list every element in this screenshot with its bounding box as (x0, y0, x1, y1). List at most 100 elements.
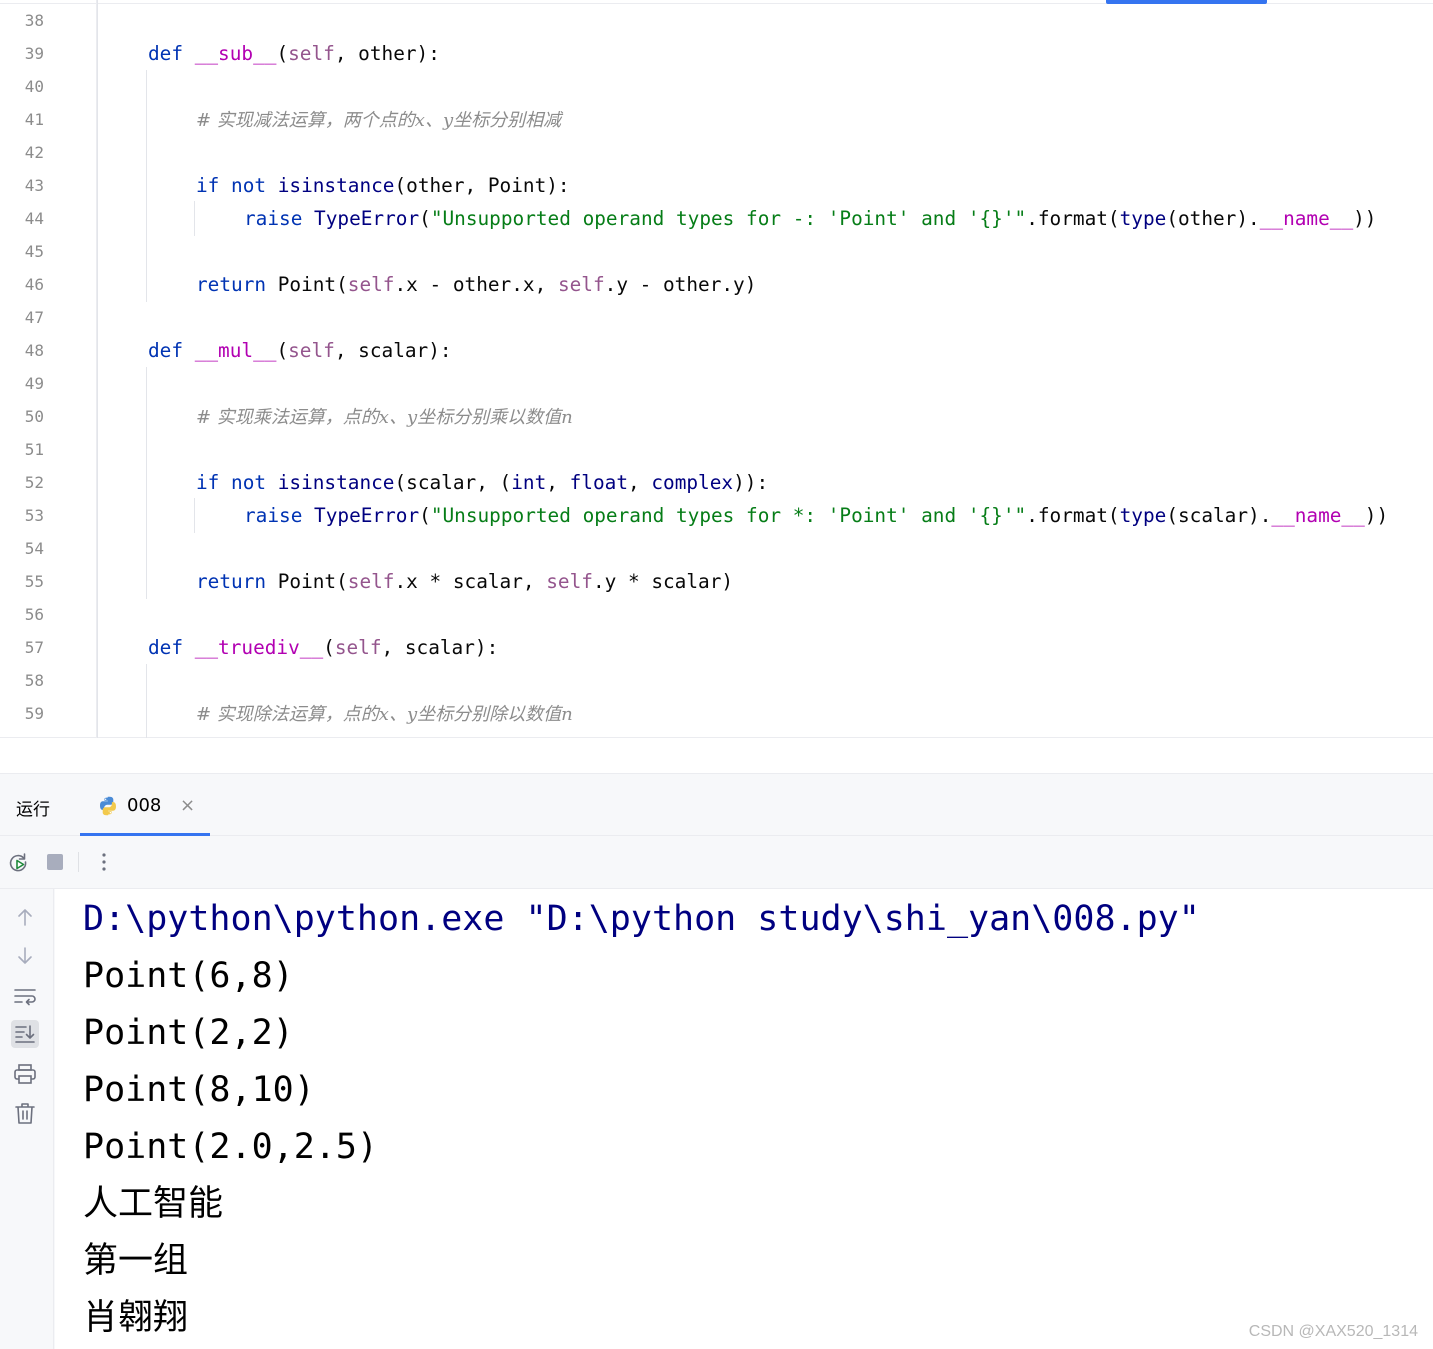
indent-guide (194, 201, 195, 236)
code-token: __name__ (1259, 207, 1354, 230)
code-line: 45 (0, 235, 1433, 268)
code-line: 53 raise TypeError("Unsupported operand t… (0, 499, 1433, 532)
tab-label: 008 (127, 795, 162, 816)
line-number[interactable]: 51 (0, 440, 44, 460)
more-options-icon[interactable] (92, 850, 116, 874)
console-line-command: D:\python\python.exe "D:\python study\sh… (83, 899, 1200, 939)
trash-icon[interactable] (11, 1099, 39, 1127)
console-output[interactable]: D:\python\python.exe "D:\python study\sh… (55, 889, 1433, 1349)
rerun-icon[interactable] (6, 850, 30, 874)
arrow-down-icon[interactable] (11, 942, 39, 970)
code-token: (other). (1166, 207, 1260, 230)
code-token: self (347, 273, 395, 296)
line-number[interactable]: 48 (0, 341, 44, 361)
console-line: 人工智能 (83, 1184, 224, 1224)
code-line: 44 raise TypeError("Unsupported operand t… (0, 202, 1433, 235)
python-icon (98, 796, 118, 816)
code-line: 42 (0, 136, 1433, 169)
line-number[interactable]: 44 (0, 209, 44, 229)
code-text: return Point(self.x - other.x, self.y - … (196, 273, 756, 297)
code-token: self (334, 636, 382, 659)
editor-bottom-border (0, 737, 1433, 738)
code-token: if not (196, 174, 278, 197)
code-token: complex (651, 471, 734, 494)
run-tool-window: 运行 008 × D:\python\python.exe "D:\python… (0, 773, 1433, 1349)
code-line: 58 (0, 664, 1433, 697)
indent-guide (97, 0, 98, 738)
line-number[interactable]: 42 (0, 143, 44, 163)
line-number[interactable]: 43 (0, 176, 44, 196)
code-line: 52 if not isinstance(scalar, (int, float,… (0, 466, 1433, 499)
line-number[interactable]: 57 (0, 638, 44, 658)
line-number[interactable]: 55 (0, 572, 44, 592)
code-line: 55 return Point(self.x * scalar, self.y *… (0, 565, 1433, 598)
arrow-up-icon[interactable] (11, 903, 39, 931)
code-token: __name__ (1271, 504, 1365, 527)
indent-guide (146, 664, 147, 738)
code-text: def __sub__(self, other): (148, 42, 440, 66)
line-number[interactable]: 52 (0, 473, 44, 493)
scroll-to-end-icon[interactable] (11, 1020, 39, 1048)
line-number[interactable]: 47 (0, 308, 44, 328)
line-number[interactable]: 39 (0, 44, 44, 64)
code-token: # 实现减法运算，两个点的x、y坐标分别相减 (196, 110, 562, 131)
code-token: .x * scalar, (394, 570, 547, 593)
line-number[interactable]: 50 (0, 407, 44, 427)
console-side-toolbar (0, 889, 54, 1349)
run-toolbar (0, 836, 1433, 889)
code-line: 39 def __sub__(self, other): (0, 37, 1433, 70)
line-number[interactable]: 41 (0, 110, 44, 130)
code-token: return (196, 570, 278, 593)
code-line: 41 # 实现减法运算，两个点的x、y坐标分别相减 (0, 103, 1433, 136)
code-token: .format( (1026, 504, 1120, 527)
code-token: , (628, 471, 652, 494)
print-icon[interactable] (11, 1060, 39, 1088)
code-token: raise (244, 207, 315, 230)
code-line: 49 (0, 367, 1433, 400)
code-token: type (1119, 207, 1167, 230)
run-header: 运行 008 × (0, 774, 1433, 836)
code-token: (other, Point): (394, 174, 570, 197)
line-number[interactable]: 56 (0, 605, 44, 625)
code-token: , (546, 471, 570, 494)
code-text: if not isinstance(scalar, (int, float, c… (196, 471, 768, 495)
line-number[interactable]: 45 (0, 242, 44, 262)
line-number[interactable]: 58 (0, 671, 44, 691)
code-line: 48 def __mul__(self, scalar): (0, 334, 1433, 367)
code-token: ( (276, 42, 289, 65)
code-line: 40 (0, 70, 1433, 103)
soft-wrap-icon[interactable] (11, 982, 39, 1010)
code-token: Point( (277, 570, 348, 593)
tab-008[interactable]: 008 × (80, 774, 210, 836)
code-token: .x - other.x, (394, 273, 558, 296)
code-token: (scalar). (1166, 504, 1272, 527)
code-token: .y * scalar) (592, 570, 734, 593)
code-token: ( (276, 339, 289, 362)
code-token: TypeError (314, 207, 420, 230)
code-text: # 实现减法运算，两个点的x、y坐标分别相减 (196, 108, 561, 133)
code-line: 59 # 实现除法运算，点的x、y坐标分别除以数值n (0, 697, 1433, 730)
line-number[interactable]: 38 (0, 11, 44, 31)
close-icon[interactable]: × (180, 795, 195, 816)
code-token: return (196, 273, 278, 296)
console-line: Point(6,8) (83, 956, 294, 996)
line-number[interactable]: 49 (0, 374, 44, 394)
code-token: float (569, 471, 628, 494)
code-token: def (148, 42, 195, 65)
code-editor[interactable]: 38 39 def __sub__(self, other): 40 41 # 实现减法运… (0, 0, 1433, 738)
line-number[interactable]: 40 (0, 77, 44, 97)
code-text: # 实现除法运算，点的x、y坐标分别除以数值n (196, 702, 573, 727)
line-number[interactable]: 46 (0, 275, 44, 295)
code-token: , scalar): (381, 636, 499, 659)
code-token: ( (323, 636, 335, 659)
stop-icon[interactable] (43, 850, 67, 874)
code-token: raise (244, 504, 315, 527)
code-token: # 实现除法运算，点的x、y坐标分别除以数值n (196, 704, 573, 725)
line-number[interactable]: 53 (0, 506, 44, 526)
code-token: __sub__ (194, 42, 277, 65)
code-token: type (1119, 504, 1167, 527)
console-line: Point(8,10) (83, 1070, 315, 1110)
line-number[interactable]: 54 (0, 539, 44, 559)
code-line: 47 (0, 301, 1433, 334)
line-number[interactable]: 59 (0, 704, 44, 724)
